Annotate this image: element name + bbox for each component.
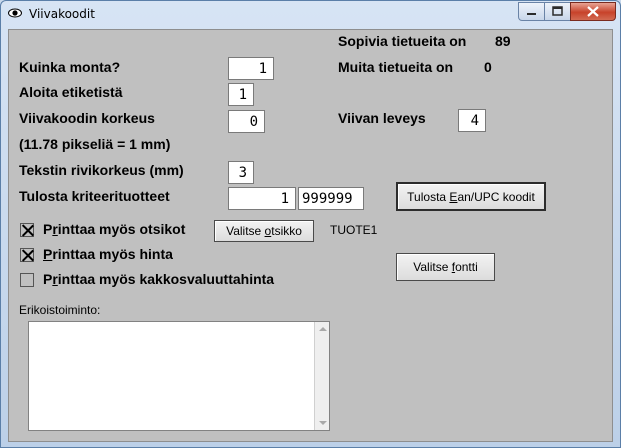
print-ean-upc-label-pre: Tulosta [407,190,450,204]
start-label-input[interactable]: 1 [228,83,254,106]
close-icon [587,6,599,17]
print-header-checkbox[interactable] [20,223,34,237]
app-window: Viivakoodit Sopivia tietueita on 89 Muit… [0,0,621,448]
barcode-height-input[interactable]: 0 [228,110,265,133]
eye-icon [8,8,22,18]
other-records-value: 0 [484,59,492,75]
pixel-ratio-note: (11.78 pikseliä = 1 mm) [19,136,171,152]
print-ean-upc-label-post: an/UPC koodit [457,190,535,204]
print-price-label-accel: P [43,246,53,262]
criteria-products-label: Tulosta kriteerituotteet [19,188,170,204]
print-price-label[interactable]: Printtaa myös hinta [43,246,173,262]
text-line-height-input[interactable]: 3 [228,161,254,184]
scroll-up-icon[interactable] [319,327,327,331]
print-second-currency-label[interactable]: Printtaa myös kakkosvaluuttahinta [43,271,274,287]
print-price-checkbox[interactable] [20,248,34,262]
other-records-label: Muita tietueita on [338,59,454,75]
select-header-label-pre: Valitse [226,224,265,238]
matching-records-label: Sopivia tietueita on [338,33,467,49]
dialog-body: Sopivia tietueita on 89 Muita tietueita … [8,29,613,442]
barcode-height-label: Viivakoodin korkeus [19,110,155,126]
select-font-button[interactable]: Valitse fontti [396,253,495,281]
close-button[interactable] [570,2,616,21]
minimize-button[interactable] [518,2,545,21]
select-header-label-post: tsikko [271,224,302,238]
print-second-currency-label-pre: P [43,271,53,287]
print-price-label-post: rinttaa myös hinta [52,246,173,262]
start-label: Aloita etiketistä [19,84,123,100]
print-second-currency-checkbox[interactable] [20,273,34,287]
select-font-label-pre: Valitse [413,260,452,274]
line-width-label: Viivan leveys [338,110,426,126]
print-header-label-post: inttaa myös otsikot [57,221,186,237]
text-line-height-label: Tekstin rivikorkeus (mm) [19,162,184,178]
select-font-label-post: ontti [455,260,478,274]
criteria-from-input[interactable]: 1 [228,187,296,210]
count-input[interactable]: 1 [228,57,274,80]
title-bar[interactable]: Viivakoodit [1,1,620,27]
scroll-down-icon[interactable] [319,421,327,425]
header-value: TUOTE1 [330,223,378,237]
print-header-label-pre: P [43,221,53,237]
maximize-button[interactable] [544,2,571,21]
line-width-input[interactable]: 4 [458,109,486,132]
minimize-icon [527,13,536,15]
special-function-label: Erikoistoiminto: [19,303,101,317]
special-function-textarea[interactable] [28,321,330,431]
window-title: Viivakoodit [29,7,95,21]
print-header-label[interactable]: Printtaa myös otsikot [43,221,185,237]
matching-records-value: 89 [495,33,511,49]
print-second-currency-label-post: inttaa myös kakkosvaluuttahinta [57,271,275,287]
select-header-button[interactable]: Valitse otsikko [214,220,314,242]
special-function-scrollbar[interactable] [314,322,329,430]
criteria-to-input[interactable]: 999999 [298,187,364,210]
print-ean-upc-button[interactable]: Tulosta Ean/UPC koodit [396,182,546,211]
maximize-icon [552,6,563,16]
count-label: Kuinka monta? [19,59,121,75]
